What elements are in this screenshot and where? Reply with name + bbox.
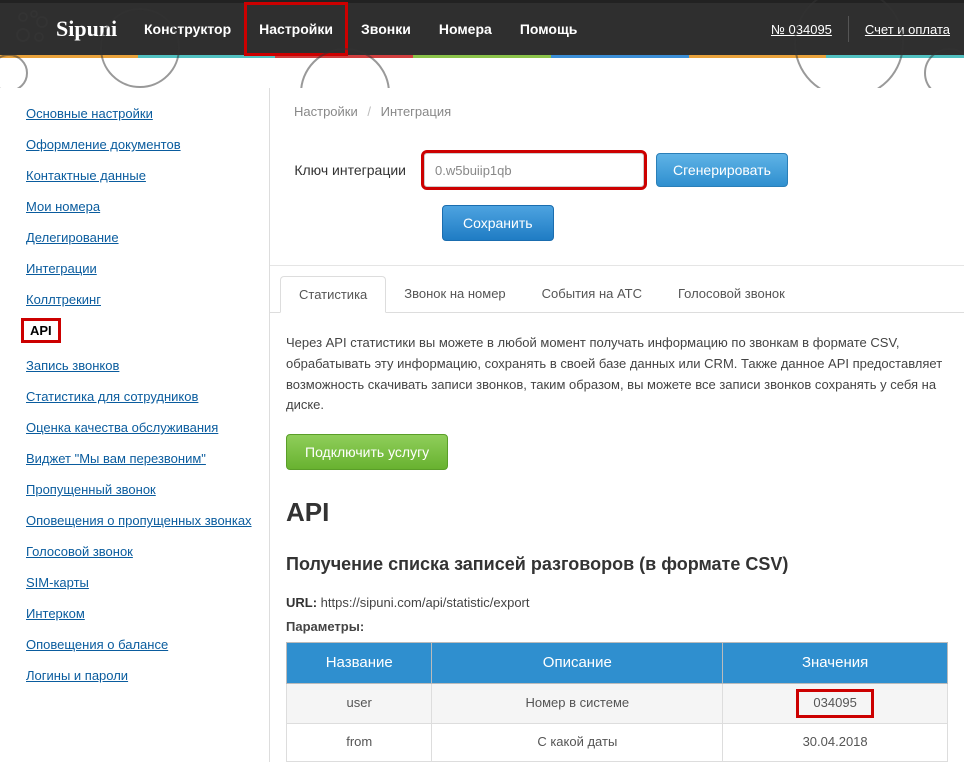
statistics-description: Через API статистики вы можете в любой м… [286, 333, 948, 416]
sidebar: Основные настройки Оформление документов… [0, 88, 265, 762]
th-name: Название [287, 643, 432, 684]
tab-pbx-events[interactable]: События на АТС [524, 276, 660, 312]
sidebar-item-documents[interactable]: Оформление документов [26, 129, 265, 160]
integration-key-input[interactable] [424, 153, 644, 187]
url-label: URL: [286, 595, 317, 610]
sidebar-item-recording[interactable]: Запись звонков [26, 350, 265, 381]
generate-button[interactable]: Сгенерировать [656, 153, 788, 187]
params-table: Название Описание Значения user Номер в … [286, 642, 948, 762]
sidebar-item-callback-widget[interactable]: Виджет "Мы вам перезвоним" [26, 443, 265, 474]
breadcrumb-integration: Интеграция [381, 104, 452, 119]
url-value: https://sipuni.com/api/statistic/export [321, 595, 530, 610]
logo-icon [14, 10, 52, 48]
tab-call-to-number[interactable]: Звонок на номер [386, 276, 523, 312]
nav-help[interactable]: Помощь [506, 3, 592, 55]
sidebar-item-staffstats[interactable]: Статистика для сотрудников [26, 381, 265, 412]
sidebar-item-api[interactable]: API [24, 321, 58, 340]
breadcrumb: Настройки / Интеграция [270, 88, 964, 135]
th-value: Значения [723, 643, 948, 684]
sidebar-item-basic[interactable]: Основные настройки [26, 98, 265, 129]
sidebar-item-delegation[interactable]: Делегирование [26, 222, 265, 253]
sidebar-item-voicecall[interactable]: Голосовой звонок [26, 536, 265, 567]
tabs: Статистика Звонок на номер События на АТ… [270, 276, 964, 313]
sidebar-item-mynumbers[interactable]: Мои номера [26, 191, 265, 222]
user-value: 034095 [799, 692, 870, 715]
tab-statistics[interactable]: Статистика [280, 276, 386, 313]
sidebar-item-quality[interactable]: Оценка качества обслуживания [26, 412, 265, 443]
integration-key-label: Ключ интеграции [294, 162, 424, 178]
breadcrumb-settings[interactable]: Настройки [294, 104, 358, 119]
tab-voice-call[interactable]: Голосовой звонок [660, 276, 803, 312]
connect-service-button[interactable]: Подключить услугу [286, 434, 448, 470]
params-label: Параметры: [286, 617, 948, 638]
sidebar-item-balance-notify[interactable]: Оповещения о балансе [26, 629, 265, 660]
sidebar-item-integrations[interactable]: Интеграции [26, 253, 265, 284]
sidebar-item-missed[interactable]: Пропущенный звонок [26, 474, 265, 505]
api-heading: API [286, 492, 948, 534]
th-desc: Описание [432, 643, 723, 684]
sidebar-item-missed-notify[interactable]: Оповещения о пропущенных звонках [26, 505, 265, 536]
sidebar-item-intercom[interactable]: Интерком [26, 598, 265, 629]
table-row: from С какой даты 30.04.2018 [287, 723, 948, 761]
nav-numbers[interactable]: Номера [425, 3, 506, 55]
sidebar-item-contacts[interactable]: Контактные данные [26, 160, 265, 191]
sidebar-item-sim[interactable]: SIM-карты [26, 567, 265, 598]
nav-settings[interactable]: Настройки [245, 3, 347, 55]
nav-calls[interactable]: Звонки [347, 3, 425, 55]
table-row: user Номер в системе 034095 [287, 684, 948, 724]
save-button[interactable]: Сохранить [442, 205, 554, 241]
sidebar-item-logins[interactable]: Логины и пароли [26, 660, 265, 691]
sidebar-item-calltracking[interactable]: Коллтрекинг [26, 284, 265, 315]
api-subheading: Получение списка записей разговоров (в ф… [286, 550, 948, 579]
